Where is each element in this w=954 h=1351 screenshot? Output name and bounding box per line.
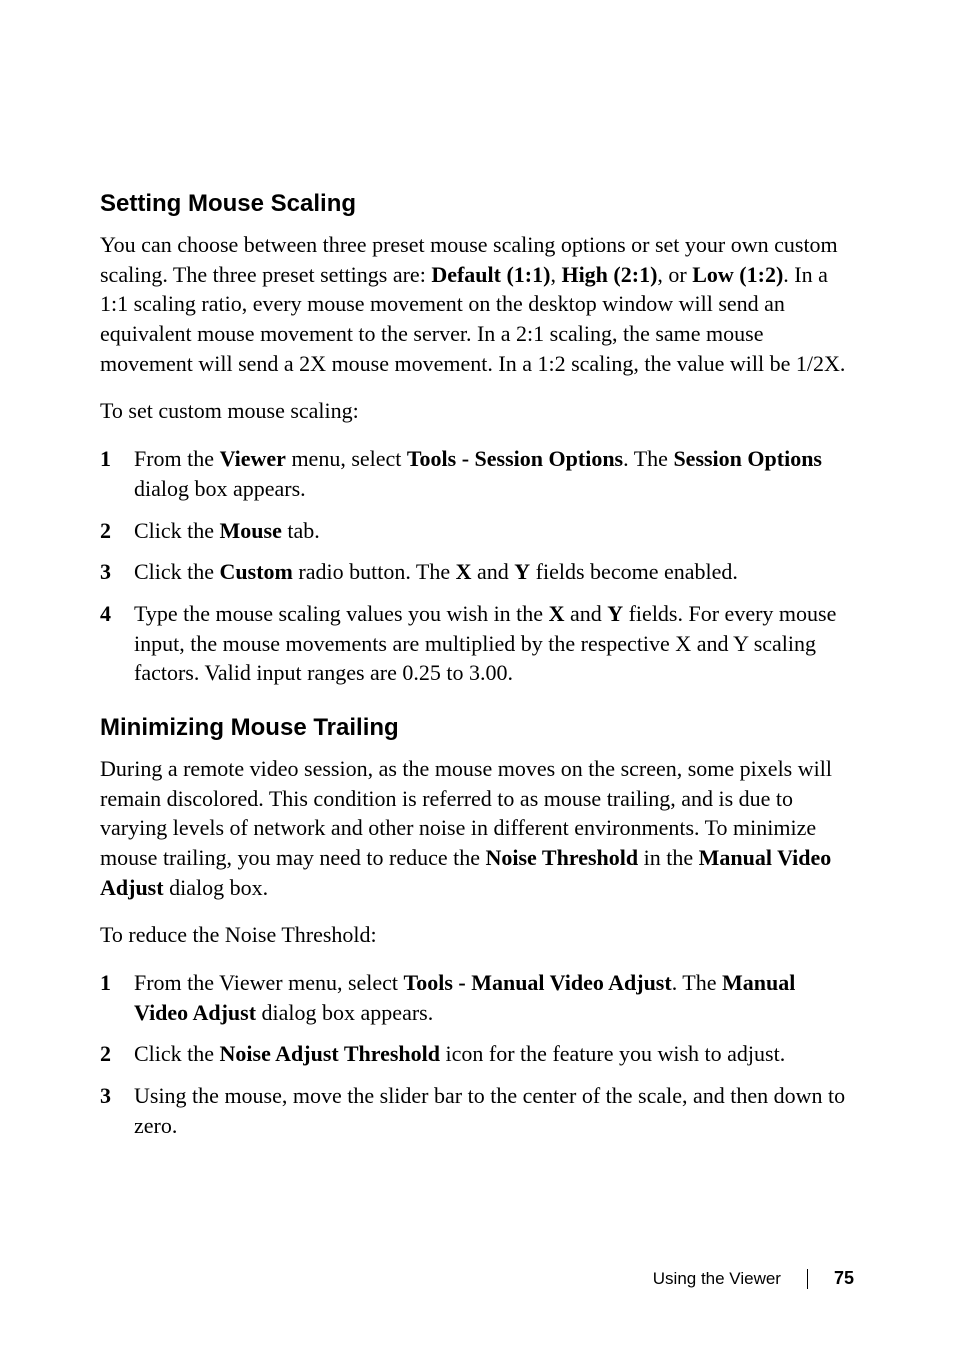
list-item: 3 Using the mouse, move the slider bar t… xyxy=(100,1081,854,1140)
text: tab. xyxy=(282,518,320,543)
list-item: 4 Type the mouse scaling values you wish… xyxy=(100,599,854,688)
text: . The xyxy=(672,970,722,995)
page-footer: Using the Viewer 75 xyxy=(653,1268,854,1289)
text: From the xyxy=(134,446,220,471)
list-body: Click the Custom radio button. The X and… xyxy=(134,557,854,587)
text: From the Viewer menu, select xyxy=(134,970,404,995)
bold-custom: Custom xyxy=(220,559,293,584)
list-number: 1 xyxy=(100,968,134,998)
list-body: Click the Noise Adjust Threshold icon fo… xyxy=(134,1039,854,1069)
text: Click the xyxy=(134,559,220,584)
list-body: From the Viewer menu, select Tools - Ses… xyxy=(134,444,854,503)
text: . The xyxy=(623,446,673,471)
list-body: Click the Mouse tab. xyxy=(134,516,854,546)
bold-noise-adjust-threshold: Noise Adjust Threshold xyxy=(220,1041,440,1066)
list-item: 2 Click the Mouse tab. xyxy=(100,516,854,546)
list-body: Type the mouse scaling values you wish i… xyxy=(134,599,854,688)
list-body: Using the mouse, move the slider bar to … xyxy=(134,1081,854,1140)
footer-page-number: 75 xyxy=(834,1268,854,1289)
bold-viewer: Viewer xyxy=(220,446,286,471)
intro-mouse-trailing: During a remote video session, as the mo… xyxy=(100,754,854,902)
text: dialog box appears. xyxy=(256,1000,433,1025)
bold-default: Default (1:1) xyxy=(431,262,550,287)
list-number: 4 xyxy=(100,599,134,629)
bold-x: X xyxy=(549,601,565,626)
list-number: 2 xyxy=(100,516,134,546)
lead-mouse-scaling: To set custom mouse scaling: xyxy=(100,396,854,426)
list-body: From the Viewer menu, select Tools - Man… xyxy=(134,968,854,1027)
heading-mouse-trailing: Minimizing Mouse Trailing xyxy=(100,714,854,742)
bold-mouse: Mouse xyxy=(220,518,282,543)
bold-x: X xyxy=(456,559,472,584)
list-item: 1 From the Viewer menu, select Tools - S… xyxy=(100,444,854,503)
text: dialog box. xyxy=(164,875,269,900)
text: dialog box appears. xyxy=(134,476,306,501)
list-mouse-trailing: 1 From the Viewer menu, select Tools - M… xyxy=(100,968,854,1140)
text: Type the mouse scaling values you wish i… xyxy=(134,601,549,626)
text: menu, select xyxy=(286,446,407,471)
text: fields become enabled. xyxy=(530,559,738,584)
text: and xyxy=(564,601,607,626)
list-number: 3 xyxy=(100,557,134,587)
text: and xyxy=(472,559,515,584)
bold-tools-manual-video-adjust: Tools - Manual Video Adjust xyxy=(404,970,672,995)
text: radio button. The xyxy=(293,559,456,584)
text: Using the mouse, move the slider bar to … xyxy=(134,1083,845,1138)
text: icon for the feature you wish to adjust. xyxy=(440,1041,785,1066)
list-number: 1 xyxy=(100,444,134,474)
footer-chapter: Using the Viewer xyxy=(653,1269,781,1289)
text: , or xyxy=(657,262,692,287)
intro-mouse-scaling: You can choose between three preset mous… xyxy=(100,230,854,378)
heading-mouse-scaling: Setting Mouse Scaling xyxy=(100,190,854,218)
page: Setting Mouse Scaling You can choose bet… xyxy=(0,0,954,1351)
list-number: 3 xyxy=(100,1081,134,1111)
list-mouse-scaling: 1 From the Viewer menu, select Tools - S… xyxy=(100,444,854,688)
bold-high: High (2:1) xyxy=(561,262,657,287)
list-number: 2 xyxy=(100,1039,134,1069)
bold-tools-session-options: Tools - Session Options xyxy=(407,446,623,471)
text: , xyxy=(550,262,561,287)
bold-low: Low (1:2) xyxy=(692,262,783,287)
list-item: 2 Click the Noise Adjust Threshold icon … xyxy=(100,1039,854,1069)
bold-noise-threshold: Noise Threshold xyxy=(486,845,639,870)
list-item: 1 From the Viewer menu, select Tools - M… xyxy=(100,968,854,1027)
footer-divider-icon xyxy=(807,1269,808,1289)
lead-mouse-trailing: To reduce the Noise Threshold: xyxy=(100,920,854,950)
list-item: 3 Click the Custom radio button. The X a… xyxy=(100,557,854,587)
text: Click the xyxy=(134,518,220,543)
text: Click the xyxy=(134,1041,220,1066)
text: in the xyxy=(638,845,699,870)
bold-y: Y xyxy=(514,559,530,584)
bold-session-options: Session Options xyxy=(673,446,822,471)
bold-y: Y xyxy=(607,601,623,626)
